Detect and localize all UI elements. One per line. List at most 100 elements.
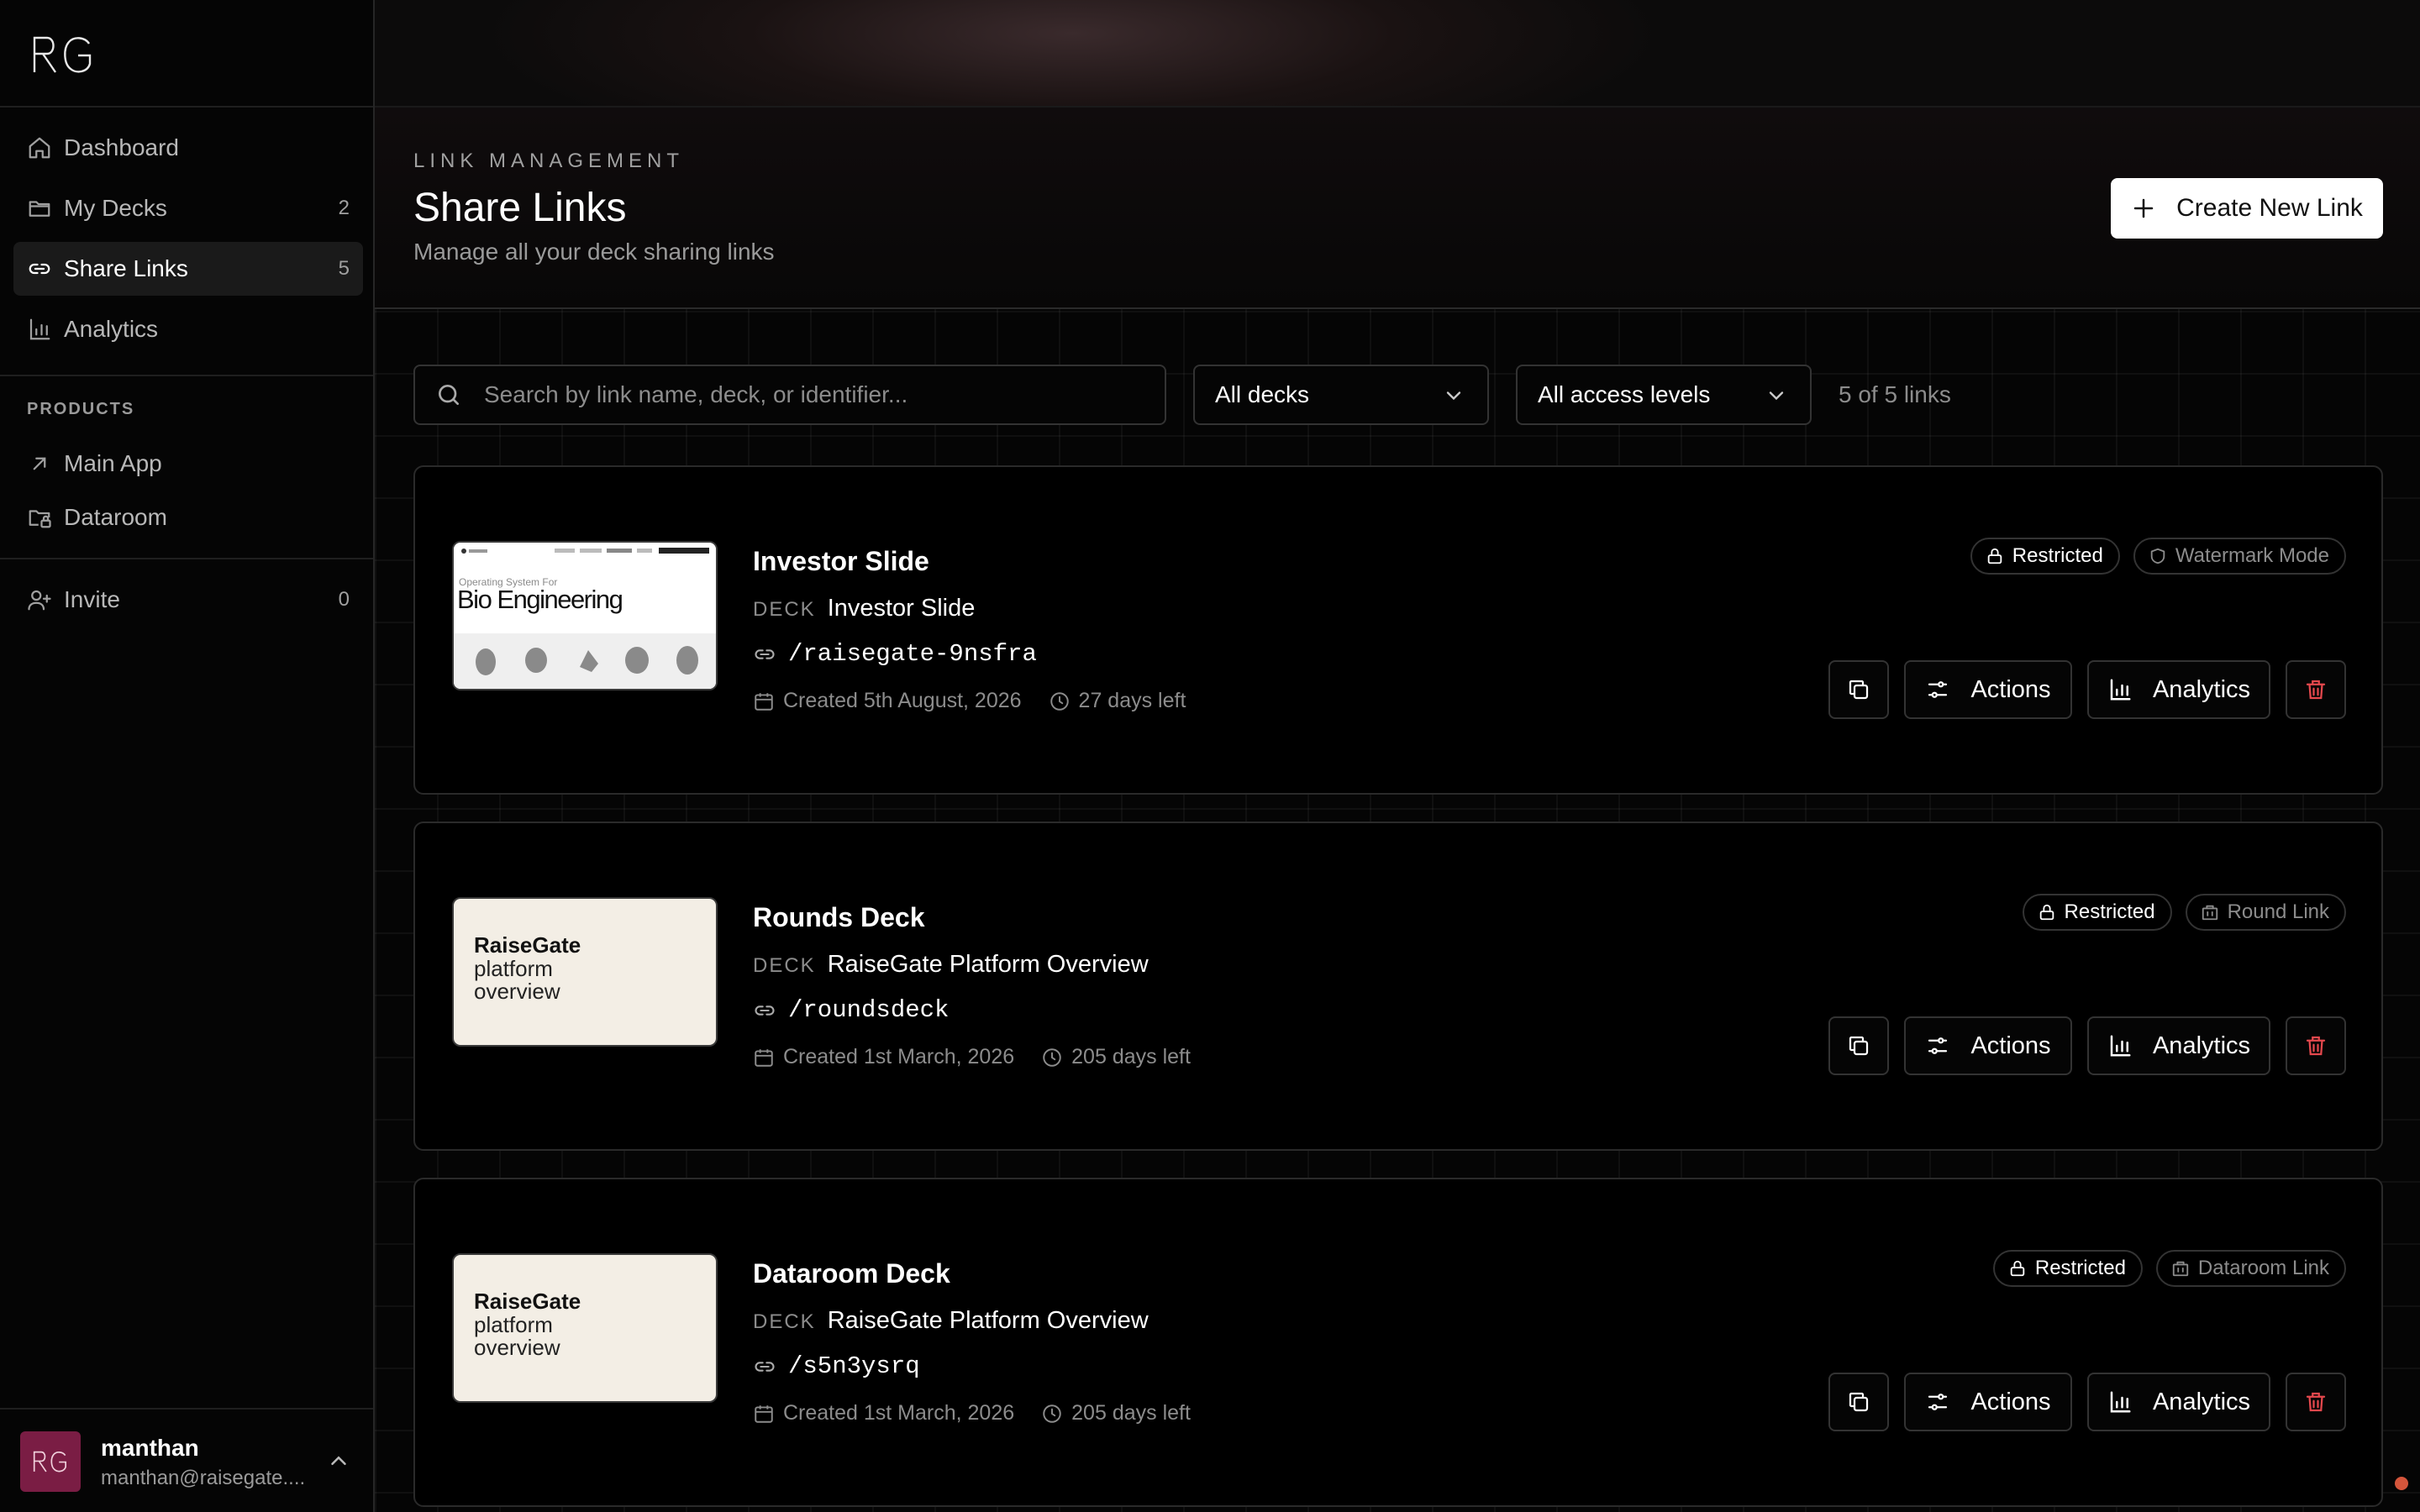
sidebar-item-dashboard[interactable]: Dashboard xyxy=(13,121,363,175)
copy-link-button[interactable] xyxy=(1828,1373,1889,1431)
analytics-label: Analytics xyxy=(2152,1388,2251,1415)
deck-filter-select[interactable]: All decks xyxy=(1193,365,1489,425)
analytics-button[interactable]: Analytics xyxy=(2087,660,2270,719)
shield-icon xyxy=(2149,547,2167,565)
days-left: 205 days left xyxy=(1071,1045,1191,1068)
thumbnail-line2: platform overview xyxy=(474,956,560,1004)
link-slug[interactable]: /s5n3ysrq xyxy=(788,1352,920,1380)
slug-line: /raisegate-9nsfra xyxy=(753,640,1037,668)
sidebar-item-count: 0 xyxy=(338,588,350,611)
mode-badge: Round Link xyxy=(2185,894,2346,931)
sidebar: Dashboard My Decks 2 Share Links 5 Analy… xyxy=(0,0,375,1512)
top-banner xyxy=(375,0,2420,108)
delete-link-button[interactable] xyxy=(2286,1016,2346,1075)
sidebar-item-main-app[interactable]: Main App xyxy=(13,437,363,491)
link-icon xyxy=(753,1355,776,1378)
trash-icon xyxy=(2303,677,2328,702)
sidebar-item-my-decks[interactable]: My Decks 2 xyxy=(13,181,363,235)
clock-icon xyxy=(1049,690,1071,712)
folder-icon xyxy=(27,196,52,221)
sidebar-item-analytics[interactable]: Analytics xyxy=(13,302,363,356)
create-new-link-button[interactable]: Create New Link xyxy=(2111,178,2383,239)
link-name[interactable]: Dataroom Deck xyxy=(753,1258,950,1289)
analytics-button[interactable]: Analytics xyxy=(2087,1373,2270,1431)
actions-button[interactable]: Actions xyxy=(1904,1373,2072,1431)
created-date: Created 1st March, 2026 xyxy=(783,1401,1015,1425)
meta-line: Created 5th August, 2026 27 days left xyxy=(753,689,1186,713)
sidebar-item-label: Main App xyxy=(64,450,162,476)
days-left: 27 days left xyxy=(1078,689,1186,712)
copy-icon xyxy=(1846,677,1871,702)
access-badge: Restricted xyxy=(1992,1250,2143,1287)
bar-chart-icon xyxy=(2107,1389,2133,1415)
mode-badge: Dataroom Link xyxy=(2155,1250,2346,1287)
sidebar-divider xyxy=(0,558,373,559)
clock-icon xyxy=(1041,1403,1063,1425)
link-icon xyxy=(753,999,776,1022)
deck-thumbnail[interactable]: Operating System For Bio Engineering xyxy=(452,541,718,690)
main-content: LINK MANAGEMENT Share Links Manage all y… xyxy=(375,0,2420,1512)
page-subtitle: Manage all your deck sharing links xyxy=(413,239,775,265)
sidebar-item-label: Dataroom xyxy=(64,504,167,530)
sidebar-item-dataroom[interactable]: Dataroom xyxy=(13,491,363,544)
link-name[interactable]: Investor Slide xyxy=(753,546,929,577)
lock-icon xyxy=(2038,903,2056,921)
analytics-button[interactable]: Analytics xyxy=(2087,1016,2270,1075)
copy-link-button[interactable] xyxy=(1828,660,1889,719)
sidebar-item-count: 5 xyxy=(338,257,350,280)
card-actions: Actions Analytics xyxy=(1813,660,2346,719)
mode-badge: Watermark Mode xyxy=(2133,538,2346,575)
mode-badge-label: Watermark Mode xyxy=(2175,544,2329,567)
raisegate-logo[interactable] xyxy=(32,35,94,74)
user-email: manthan@raisegate.... xyxy=(101,1467,306,1489)
thumbnail-line1: RaiseGate xyxy=(474,1289,581,1314)
copy-icon xyxy=(1846,1389,1871,1415)
link-card: RaiseGate platform overview Dataroom Deck… xyxy=(413,1178,2383,1507)
thumbnail-line2: platform overview xyxy=(474,1312,560,1360)
badges: Restricted Dataroom Link xyxy=(1980,1250,2346,1287)
access-badge: Restricted xyxy=(2022,894,2172,931)
bar-chart-icon xyxy=(2107,1033,2133,1058)
sidebar-item-label: Dashboard xyxy=(64,134,179,160)
access-badge: Restricted xyxy=(1970,538,2120,575)
sidebar-item-share-links[interactable]: Share Links 5 xyxy=(13,242,363,296)
user-plus-icon xyxy=(27,587,52,612)
bar-chart-icon xyxy=(2107,677,2133,702)
thumbnail-line1: RaiseGate xyxy=(474,932,581,958)
actions-button[interactable]: Actions xyxy=(1904,660,2072,719)
deck-name: RaiseGate Platform Overview xyxy=(827,951,1149,978)
sidebar-item-count: 2 xyxy=(338,197,350,219)
user-menu[interactable]: manthan manthan@raisegate.... xyxy=(0,1408,373,1512)
deck-line: DECK RaiseGate Platform Overview xyxy=(753,951,1149,979)
card-actions: Actions Analytics xyxy=(1813,1373,2346,1431)
deck-label: DECK xyxy=(753,598,816,621)
link-slug[interactable]: /roundsdeck xyxy=(788,996,949,1024)
sidebar-item-label: My Decks xyxy=(64,195,167,221)
page-eyebrow: LINK MANAGEMENT xyxy=(413,150,685,172)
deck-thumbnail[interactable]: RaiseGate platform overview xyxy=(452,897,718,1047)
link-card: Operating System For Bio Engineering Inv… xyxy=(413,465,2383,795)
home-icon xyxy=(27,135,52,160)
card-actions: Actions Analytics xyxy=(1813,1016,2346,1075)
chart-icon xyxy=(27,317,52,342)
access-filter-value: All access levels xyxy=(1538,381,1711,407)
thumbnail-headline: Bio Engineering xyxy=(457,585,623,614)
delete-link-button[interactable] xyxy=(2286,660,2346,719)
copy-link-button[interactable] xyxy=(1828,1016,1889,1075)
link-name[interactable]: Rounds Deck xyxy=(753,902,924,933)
access-filter-select[interactable]: All access levels xyxy=(1516,365,1812,425)
deck-line: DECK Investor Slide xyxy=(753,595,975,622)
plus-icon xyxy=(2131,196,2156,221)
deck-label: DECK xyxy=(753,954,816,977)
search-input[interactable] xyxy=(484,381,1139,408)
deck-thumbnail[interactable]: RaiseGate platform overview xyxy=(452,1253,718,1403)
actions-button[interactable]: Actions xyxy=(1904,1016,2072,1075)
chevron-up-icon[interactable] xyxy=(326,1448,351,1473)
avatar xyxy=(20,1431,81,1492)
sliders-icon xyxy=(1925,1033,1950,1058)
delete-link-button[interactable] xyxy=(2286,1373,2346,1431)
sidebar-item-invite[interactable]: Invite 0 xyxy=(13,573,363,627)
badges: Restricted Watermark Mode xyxy=(1957,538,2346,575)
link-slug[interactable]: /raisegate-9nsfra xyxy=(788,640,1037,668)
link-icon xyxy=(753,643,776,666)
